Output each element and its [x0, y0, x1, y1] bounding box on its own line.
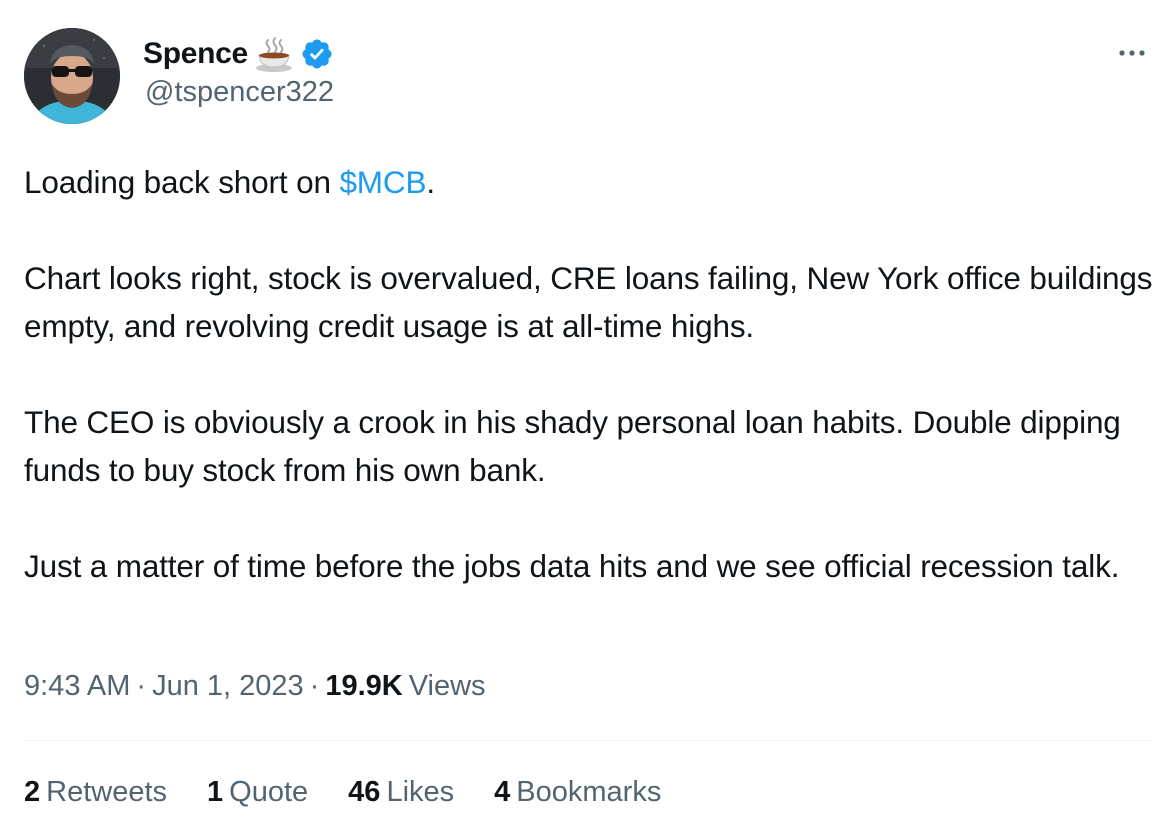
more-horizontal-icon[interactable]: [1114, 38, 1150, 68]
avatar-photo: [24, 28, 120, 124]
retweets-stat[interactable]: 2 Retweets: [24, 776, 167, 809]
tweet-paragraph-1: Loading back short on $MCB.: [24, 158, 1154, 206]
retweets-count: 2: [24, 776, 41, 808]
likes-count: 46: [348, 776, 381, 808]
avatar[interactable]: [24, 28, 120, 124]
verified-badge-icon[interactable]: [300, 37, 334, 71]
likes-stat[interactable]: 46 Likes: [348, 776, 454, 809]
tweet-date[interactable]: Jun 1, 2023: [152, 670, 304, 703]
retweets-label: Retweets: [46, 776, 168, 808]
views-label: Views: [408, 670, 486, 702]
author-handle[interactable]: @tspencer322: [145, 76, 334, 109]
bookmarks-stat[interactable]: 4 Bookmarks: [494, 776, 661, 809]
meta-separator: ·: [309, 670, 320, 702]
tweet-meta: 9:43 AM · Jun 1, 2023 · 19.9K Views: [24, 670, 486, 703]
likes-label: Likes: [386, 776, 455, 808]
bookmarks-label: Bookmarks: [516, 776, 662, 808]
tweet-card: Spence @tspencer322 Loading back short o…: [0, 0, 1174, 836]
tweet-paragraph-3: The CEO is obviously a crook in his shad…: [24, 404, 1121, 488]
divider: [24, 740, 1154, 741]
tweet-paragraph-2: Chart looks right, stock is overvalued, …: [24, 260, 1153, 344]
tweet-text-segment: Loading back short on: [24, 164, 340, 200]
author-display-name[interactable]: Spence: [143, 37, 248, 71]
tweet-paragraph-4: Just a matter of time before the jobs da…: [24, 548, 1120, 584]
quotes-count: 1: [207, 776, 224, 808]
tweet-text: Loading back short on $MCB. Chart looks …: [24, 158, 1154, 590]
bookmarks-count: 4: [494, 776, 511, 808]
quotes-label: Quote: [229, 776, 309, 808]
tweet-time[interactable]: 9:43 AM: [24, 670, 130, 703]
views-count: 19.9K: [325, 670, 403, 702]
hot-beverage-emoji-icon: [254, 34, 294, 74]
engagement-stats: 2 Retweets 1 Quote 46 Likes 4 Bookmarks: [24, 776, 701, 809]
tweet-text-segment: .: [426, 164, 435, 200]
quotes-stat[interactable]: 1 Quote: [207, 776, 308, 809]
meta-separator: ·: [136, 670, 147, 702]
cashtag-link[interactable]: $MCB: [339, 164, 426, 200]
author-name-row: Spence: [143, 34, 334, 74]
